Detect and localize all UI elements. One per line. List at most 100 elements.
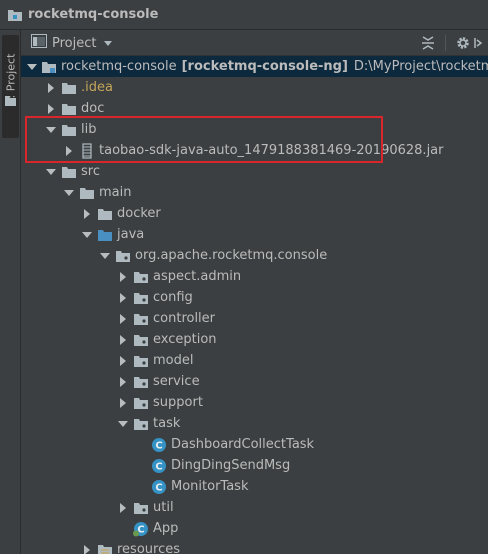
project-view-icon	[31, 34, 47, 52]
package-icon	[133, 290, 149, 306]
collapse-arrow-icon[interactable]	[99, 245, 111, 266]
expand-arrow-icon[interactable]	[117, 350, 129, 371]
expand-arrow-icon[interactable]	[45, 77, 57, 98]
triangle-right-icon	[120, 292, 126, 303]
tree-row[interactable]: aspect.admin	[21, 266, 488, 287]
tree-item-label: taobao-sdk-java-auto_1479188381469-20190…	[99, 143, 444, 158]
triangle-right-icon	[48, 103, 54, 114]
expand-arrow-icon[interactable]	[63, 140, 75, 161]
tree-item-label: service	[153, 374, 200, 389]
hide-panel-button[interactable]	[474, 32, 488, 54]
svg-text:C: C	[155, 482, 162, 493]
chevron-down-icon	[104, 40, 113, 46]
tree-row[interactable]: taobao-sdk-java-auto_1479188381469-20190…	[21, 140, 488, 161]
expand-arrow-icon[interactable]	[117, 329, 129, 350]
tree-item-label: java	[117, 227, 145, 242]
tree-item-label: DingDingSendMsg	[171, 458, 291, 473]
tree-row[interactable]: C DashboardCollectTask	[21, 434, 488, 455]
triangle-right-icon	[66, 145, 72, 156]
tree-row[interactable]: task	[21, 413, 488, 434]
toolbar-separator	[445, 34, 446, 51]
tool-window-strip: 1: Project	[0, 30, 21, 554]
window-title: rocketmq-console	[28, 7, 159, 22]
view-selector[interactable]: Project	[31, 34, 113, 52]
triangle-down-icon	[118, 420, 128, 427]
tree-item-label: org.apache.rocketmq.console	[135, 248, 328, 263]
expand-arrow-icon[interactable]	[117, 266, 129, 287]
tree-item-label: exception	[153, 332, 217, 347]
collapse-arrow-icon[interactable]	[81, 224, 93, 245]
tree-item-label: .idea	[81, 80, 113, 95]
tree-row[interactable]: docker	[21, 203, 488, 224]
tree-item-label: MonitorTask	[171, 479, 249, 494]
expand-arrow-icon[interactable]	[45, 98, 57, 119]
expand-arrow-icon[interactable]	[117, 287, 129, 308]
tree-row[interactable]: .idea	[21, 77, 488, 98]
project-tool-tab[interactable]: 1: Project	[2, 35, 19, 138]
pin-icon	[474, 37, 482, 48]
triangle-right-icon	[120, 397, 126, 408]
folder-icon	[61, 80, 77, 96]
project-tree[interactable]: rocketmq-console [rocketmq-console-ng] D:\…	[21, 56, 488, 554]
tree-item-label: task	[153, 416, 181, 431]
tree-item-label: config	[153, 290, 193, 305]
tree-item-label: lib	[81, 122, 97, 137]
tree-row[interactable]: rocketmq-console [rocketmq-console-ng] D:\…	[21, 56, 488, 77]
jar-icon	[79, 142, 95, 159]
spring-class-icon: C	[133, 521, 149, 537]
project-panel-header: Project	[21, 30, 488, 56]
collapse-arrow-icon[interactable]	[45, 161, 57, 182]
tree-row[interactable]: src	[21, 161, 488, 182]
expand-arrow-icon[interactable]	[81, 539, 93, 554]
resources-folder-icon	[97, 542, 113, 554]
panel-toolbar	[417, 30, 488, 55]
tree-row[interactable]: C MonitorTask	[21, 476, 488, 497]
folder-icon	[61, 164, 77, 180]
svg-text:C: C	[155, 440, 162, 451]
tree-row[interactable]: resources	[21, 539, 488, 554]
collapse-arrow-icon[interactable]	[45, 119, 57, 140]
triangle-down-icon	[27, 63, 37, 70]
expand-arrow-icon[interactable]	[117, 308, 129, 329]
triangle-right-icon	[120, 313, 126, 324]
module-folder-icon	[41, 59, 57, 75]
expand-arrow-icon[interactable]	[117, 371, 129, 392]
tree-row[interactable]: java	[21, 224, 488, 245]
package-icon	[133, 332, 149, 348]
tree-row[interactable]: support	[21, 392, 488, 413]
triangle-right-icon	[84, 208, 90, 219]
tree-row[interactable]: C App	[21, 518, 488, 539]
tree-row[interactable]: main	[21, 182, 488, 203]
expand-arrow-icon[interactable]	[81, 203, 93, 224]
tree-row[interactable]: doc	[21, 98, 488, 119]
triangle-down-icon	[100, 252, 110, 259]
triangle-right-icon	[120, 271, 126, 282]
collapse-arrow-icon[interactable]	[27, 56, 37, 77]
expand-arrow-icon[interactable]	[117, 497, 129, 518]
collapse-all-button[interactable]	[417, 32, 439, 54]
collapse-arrow-icon[interactable]	[63, 182, 75, 203]
tree-row[interactable]: controller	[21, 308, 488, 329]
tree-row[interactable]: org.apache.rocketmq.console	[21, 245, 488, 266]
tree-item-label: DashboardCollectTask	[171, 437, 315, 452]
settings-button[interactable]	[452, 32, 474, 54]
collapse-arrow-icon[interactable]	[117, 413, 129, 434]
tree-item-label: doc	[81, 101, 105, 116]
folder-icon	[79, 185, 95, 201]
project-folder-icon	[8, 9, 22, 21]
triangle-down-icon	[46, 168, 56, 175]
tree-row[interactable]: config	[21, 287, 488, 308]
tree-row[interactable]: exception	[21, 329, 488, 350]
tree-row[interactable]: util	[21, 497, 488, 518]
triangle-right-icon	[120, 334, 126, 345]
tree-row[interactable]: lib	[21, 119, 488, 140]
tree-row[interactable]: C DingDingSendMsg	[21, 455, 488, 476]
triangle-down-icon	[46, 126, 56, 133]
expand-arrow-icon[interactable]	[117, 392, 129, 413]
triangle-right-icon	[120, 355, 126, 366]
tree-row[interactable]: service	[21, 371, 488, 392]
tree-row[interactable]: model	[21, 350, 488, 371]
package-icon	[133, 374, 149, 390]
